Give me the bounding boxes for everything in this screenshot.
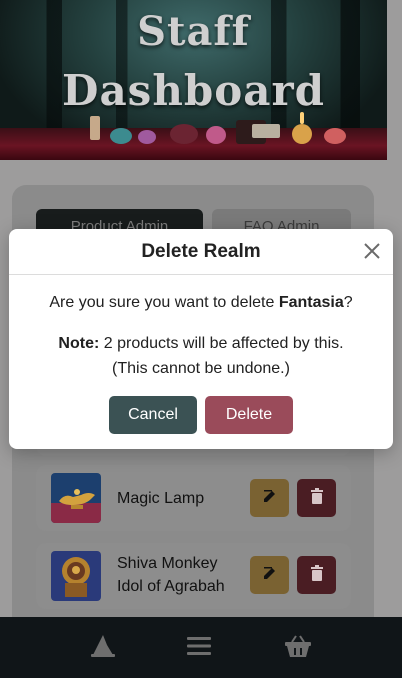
affected-note: Note: 2 products will be affected by thi… — [9, 335, 393, 353]
delete-button[interactable] — [297, 556, 336, 594]
edit-button[interactable] — [250, 556, 289, 594]
note-label: Note: — [58, 335, 100, 352]
modal-title: Delete Realm — [141, 241, 261, 262]
delete-realm-modal: Delete Realm Are you sure you want to de… — [9, 229, 393, 449]
trash-icon — [310, 487, 324, 509]
product-thumbnail — [51, 473, 101, 523]
edit-icon — [262, 488, 278, 509]
delete-button[interactable] — [297, 479, 336, 517]
close-icon — [363, 242, 381, 265]
wizard-hat-button[interactable] — [86, 631, 120, 665]
question-suffix: ? — [343, 294, 353, 311]
modal-header: Delete Realm — [9, 229, 393, 275]
hero-banner: Staff Dashboard — [0, 0, 387, 160]
edit-button[interactable] — [250, 479, 289, 517]
product-card: Shiva Monkey Idol of Agrabah — [36, 543, 351, 609]
menu-icon — [187, 636, 211, 661]
edit-icon — [262, 565, 278, 586]
note-text: 2 products will be affected by this. — [99, 335, 344, 352]
close-button[interactable] — [360, 241, 384, 265]
wizard-hat-icon — [89, 633, 117, 664]
product-name-line1: Shiva Monkey — [117, 555, 218, 572]
product-card: Magic Lamp — [36, 465, 351, 531]
realm-name: Fantasia — [278, 294, 344, 311]
delete-button[interactable]: Delete — [205, 396, 293, 434]
basket-button[interactable] — [281, 631, 315, 665]
menu-button[interactable] — [182, 631, 216, 665]
bottom-navigation — [0, 617, 402, 678]
basket-icon — [284, 634, 312, 663]
confirm-question: Are you sure you want to delete Fantasia… — [9, 294, 393, 312]
product-name: Magic Lamp — [117, 490, 205, 507]
question-prefix: Are you sure you want to delete — [49, 294, 279, 311]
product-name-line2: Idol of Agrabah — [117, 578, 225, 595]
crystals-decoration — [0, 110, 387, 150]
cancel-button[interactable]: Cancel — [109, 396, 197, 434]
undo-warning: (This cannot be undone.) — [112, 360, 290, 377]
hero-title-line2: Dashboard — [62, 66, 325, 115]
hero-title-line1: Staff — [137, 8, 250, 55]
trash-icon — [310, 564, 324, 586]
product-thumbnail — [51, 551, 101, 601]
